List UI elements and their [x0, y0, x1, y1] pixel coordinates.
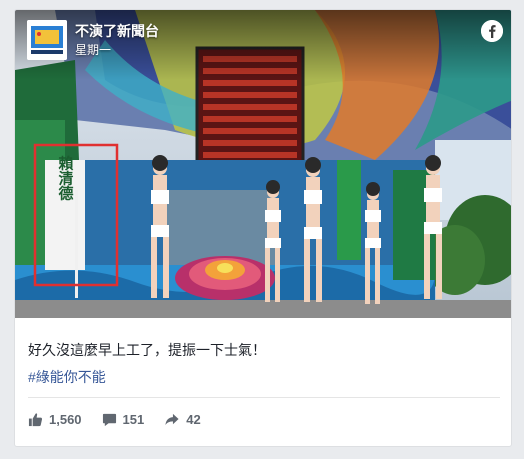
- thumbs-up-icon: [28, 412, 43, 426]
- comments-stat[interactable]: 151: [102, 411, 145, 427]
- page-logo: [27, 20, 67, 60]
- shares-stat[interactable]: 42: [164, 411, 201, 427]
- page-name[interactable]: 不演了新聞台: [75, 21, 159, 41]
- facebook-icon[interactable]: [481, 20, 503, 42]
- post-caption: 好久沒這麼早上工了，提振一下士氣！: [28, 342, 266, 358]
- shares-count: 42: [186, 411, 201, 427]
- engagement-bar: 1,560 151 42: [28, 409, 221, 429]
- likes-stat[interactable]: 1,560: [28, 412, 82, 427]
- hashtag-link[interactable]: #綠能你不能: [28, 367, 106, 387]
- comment-icon: [102, 413, 116, 426]
- divider: [28, 397, 500, 398]
- page-avatar[interactable]: [27, 20, 67, 60]
- share-arrow-icon: [165, 413, 179, 425]
- banner-name: 賴清德: [57, 155, 74, 202]
- post-time[interactable]: 星期一: [75, 41, 111, 58]
- likes-count: 1,560: [49, 411, 82, 427]
- post-card: 賴清德 不演了新聞台 星期一 好久沒這麼早上工了，提振一下士氣！ #綠能你不能: [14, 9, 512, 447]
- post-video[interactable]: 賴清德 不演了新聞台 星期一: [15, 10, 511, 318]
- comments-count: 151: [122, 411, 145, 427]
